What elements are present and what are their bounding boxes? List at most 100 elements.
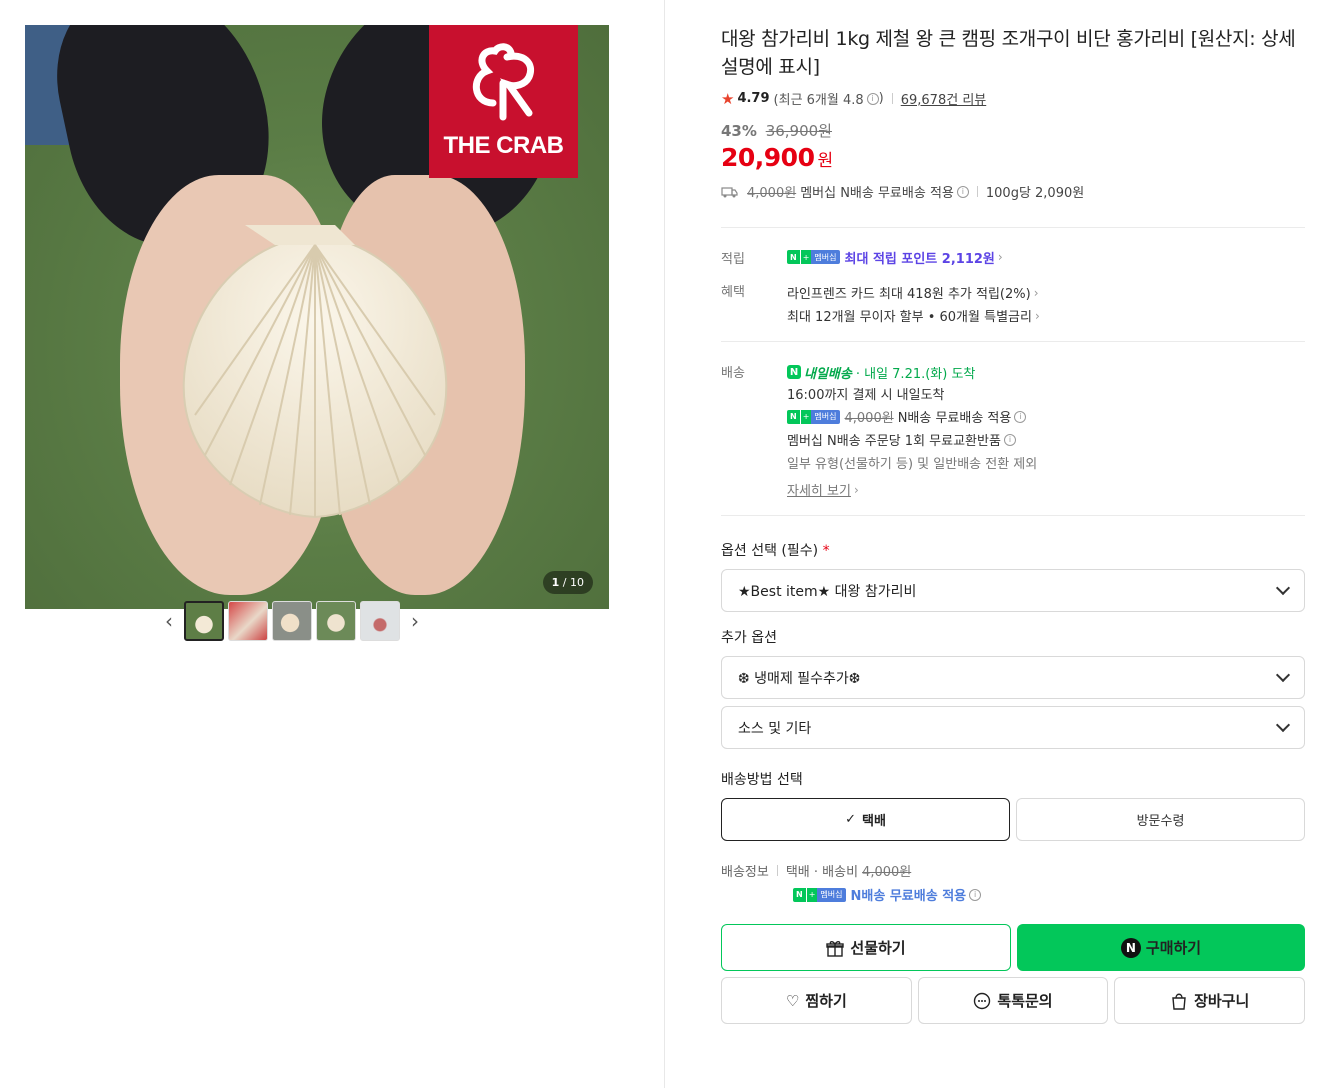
benefit-line: 라인프렌즈 카드 최대 418원 추가 적립(2%)	[787, 287, 1031, 302]
heart-icon: ♡	[785, 991, 800, 1010]
cart-button[interactable]: 장바구니	[1114, 977, 1306, 1024]
secondary-actions: ♡ 찜하기 톡톡문의 장바구니	[721, 977, 1306, 1024]
points-line[interactable]: N + 멤버십 최대 적립 포인트 2,112원 ›	[787, 248, 1305, 267]
extra-option-value: ❆ 냉매제 필수추가❆	[738, 670, 861, 687]
cutoff-time: 16:00까지 결제 시 내일도착	[787, 388, 945, 403]
buy-button[interactable]: N 구매하기	[1017, 924, 1305, 971]
thumbnail[interactable]	[272, 601, 312, 641]
image-counter: 1 / 10	[542, 571, 593, 594]
talk-inquiry-button[interactable]: 톡톡문의	[917, 977, 1109, 1024]
review-count-link[interactable]: 69,678건 리뷰	[901, 89, 987, 108]
info-icon[interactable]: i	[956, 185, 969, 198]
n-delivery-icon: N	[787, 365, 801, 379]
unit-price: 100g당 2,090원	[985, 186, 1085, 201]
product-info: 대왕 참가리비 1kg 제철 왕 큰 캠핑 조개구이 비단 홍가리비 [원산지:…	[721, 25, 1306, 1024]
chevron-left-icon[interactable]: ‹	[158, 609, 180, 633]
counter-total: / 10	[562, 576, 584, 589]
delivery-info-type: 택배 · 배송비	[785, 865, 859, 880]
separator	[976, 186, 978, 197]
product-gallery: THE CRAB 1 / 10	[25, 25, 609, 609]
price-row: 20,900 원	[721, 143, 1305, 172]
info-icon[interactable]: i	[866, 92, 879, 105]
shipping-text: 멤버십 N배송 무료배송 적용	[800, 186, 954, 201]
thumbnail[interactable]	[316, 601, 356, 641]
product-title: 대왕 참가리비 1kg 제철 왕 큰 캠핑 조개구이 비단 홍가리비 [원산지:…	[721, 28, 1296, 78]
cart-label: 장바구니	[1194, 992, 1250, 1010]
extra-option-select-sauce[interactable]: 소스 및 기타	[721, 706, 1305, 749]
max-points: 최대 적립 포인트 2,112원	[844, 251, 995, 267]
scallop-shell-image	[182, 225, 448, 519]
chevron-right-icon: ›	[997, 250, 1003, 264]
free-ship-line: N + 멤버십 4,000원 N배송 무료배송 적용 i	[787, 405, 1305, 428]
tomorrow-badge: 내일배송	[804, 366, 852, 382]
extra-option-label: 추가 옵션	[721, 630, 777, 646]
exchange-line: 멤버십 N배송 주문당 1회 무료교환반품 i	[787, 428, 1305, 451]
details-link[interactable]: 자세히 보기	[787, 480, 851, 499]
details-link-row: 자세히 보기 ›	[787, 478, 1305, 501]
chevron-right-icon: ›	[1034, 308, 1040, 323]
delivery-method-courier[interactable]: ✓ 택배	[721, 798, 1010, 841]
delivery-info-row: 배송정보 택배 · 배송비 4,000원	[721, 861, 1305, 880]
chevron-down-icon	[1275, 580, 1291, 596]
delivery-info-fee: 4,000원	[862, 865, 912, 880]
shopping-bag-icon	[1172, 993, 1186, 1010]
badge-member: 멤버십	[811, 409, 840, 424]
chevron-right-icon: ›	[853, 482, 859, 497]
rating-recent-close: )	[878, 91, 884, 106]
delivery-info-label: 배송정보	[721, 865, 769, 880]
badge-plus: +	[805, 887, 818, 902]
thumbnail[interactable]	[228, 601, 268, 641]
chevron-down-icon	[1275, 717, 1291, 733]
exchange-text: 멤버십 N배송 주문당 1회 무료교환반품	[787, 434, 1001, 449]
required-option-select[interactable]: ★Best item★ 대왕 참가리비	[721, 569, 1305, 612]
sale-price: 20,900	[721, 143, 815, 172]
shipping-summary: 4,000원 멤버십 N배송 무료배송 적용 i 100g당 2,090원	[721, 182, 1305, 201]
logo-mark-icon	[473, 43, 534, 121]
tomorrow-delivery: N 내일배송 · 내일 7.21.(화) 도착	[787, 362, 1305, 382]
delivery-method-pickup-label: 방문수령	[1136, 814, 1185, 829]
wish-button[interactable]: ♡ 찜하기	[721, 977, 912, 1024]
free-ship-struck: 4,000원	[844, 411, 894, 426]
thumbnail-strip: ‹ ›	[158, 601, 426, 641]
badge-plus: +	[799, 409, 812, 424]
thumbnail[interactable]	[184, 601, 224, 641]
info-icon[interactable]: i	[1014, 410, 1027, 423]
benefit-installment[interactable]: 최대 12개월 무이자 할부 • 60개월 특별금리 ›	[787, 304, 1305, 327]
info-icon[interactable]: i	[1003, 433, 1016, 446]
benefits-section: 혜택 라인프렌즈 카드 최대 418원 추가 적립(2%) › 최대 12개월 …	[721, 281, 1305, 327]
delivery-method-pickup[interactable]: 방문수령	[1016, 798, 1305, 841]
chevron-right-icon[interactable]: ›	[404, 609, 426, 633]
discount-percent: 43%	[721, 122, 757, 140]
delivery-method-label: 배송방법 선택	[721, 772, 803, 788]
buy-label: 구매하기	[1145, 939, 1202, 957]
exclusion-text: 일부 유형(선물하기 등) 및 일반배송 전환 제외	[787, 457, 1038, 472]
star-icon: ★	[721, 89, 735, 108]
delivery-info-free: N + 멤버십 N배송 무료배송 적용 i	[793, 885, 1305, 904]
info-icon[interactable]: i	[969, 888, 982, 901]
primary-actions: 선물하기 N 구매하기	[721, 924, 1305, 971]
divider	[721, 515, 1305, 516]
arrival-date: · 내일 7.21.(화) 도착	[855, 366, 976, 382]
benefit-card[interactable]: 라인프렌즈 카드 최대 418원 추가 적립(2%) ›	[787, 281, 1305, 304]
required-mark: *	[822, 543, 830, 559]
naver-pay-icon: N	[1120, 937, 1141, 958]
extra-option-select-coolant[interactable]: ❆ 냉매제 필수추가❆	[721, 656, 1305, 699]
badge-n: N	[793, 887, 806, 902]
column-divider	[664, 0, 665, 1088]
gift-button[interactable]: 선물하기	[721, 924, 1011, 971]
badge-n: N	[787, 250, 800, 264]
points-section: 적립 N + 멤버십 최대 적립 포인트 2,112원 ›	[721, 248, 1305, 267]
required-option-value: ★Best item★ 대왕 참가리비	[738, 583, 917, 600]
rating-row: ★ 4.79 (최근 6개월 4.8 i ) 69,678건 리뷰	[721, 89, 1305, 109]
gift-icon	[826, 940, 845, 957]
original-price-row: 43% 36,900원	[721, 120, 1305, 141]
badge-member: 멤버십	[811, 250, 840, 264]
badge-plus: +	[799, 250, 812, 264]
thumbnail[interactable]	[360, 601, 400, 641]
delivery-method-courier-label: 택배	[861, 814, 886, 829]
required-option-label: 옵션 선택 (필수) *	[721, 540, 1305, 560]
required-option-text: 옵션 선택 (필수)	[721, 543, 819, 559]
divider	[721, 341, 1305, 342]
main-product-image[interactable]: THE CRAB 1 / 10	[25, 25, 609, 609]
badge-n: N	[787, 409, 800, 424]
